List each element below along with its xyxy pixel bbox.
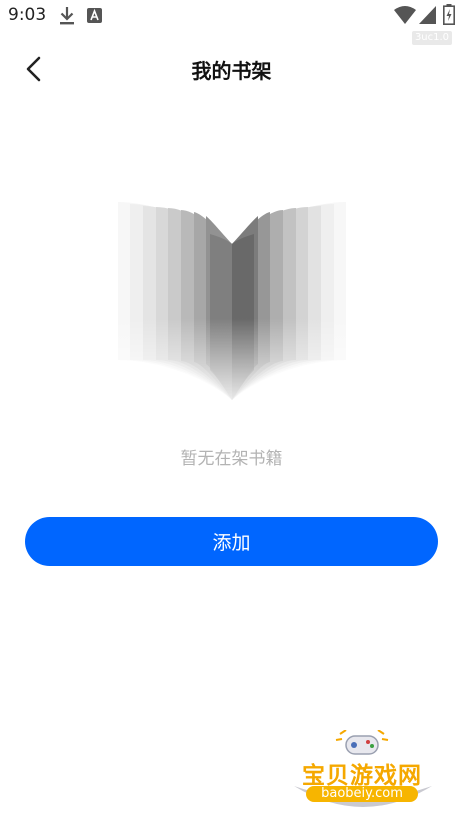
gamepad-icon	[335, 730, 389, 755]
battery-icon	[443, 4, 455, 25]
add-button[interactable]: 添加	[25, 517, 438, 566]
page-title: 我的书架	[191, 59, 272, 83]
watermark: 宝贝游戏网 baobeiy.com	[282, 728, 442, 820]
download-icon	[60, 7, 74, 25]
header: 我的书架	[0, 45, 463, 91]
status-time: 9:03	[8, 5, 47, 25]
wifi-icon	[394, 6, 416, 24]
status-bar: 9:03 3uc1.0	[0, 0, 463, 45]
signal-icon	[419, 6, 436, 24]
version-tag: 3uc1.0	[412, 31, 452, 45]
watermark-url: baobeiy.com	[306, 786, 418, 802]
a-icon	[87, 8, 102, 23]
watermark-name: 宝贝游戏网	[302, 763, 422, 789]
open-book-icon	[110, 190, 354, 404]
empty-message: 暂无在架书籍	[180, 449, 283, 469]
